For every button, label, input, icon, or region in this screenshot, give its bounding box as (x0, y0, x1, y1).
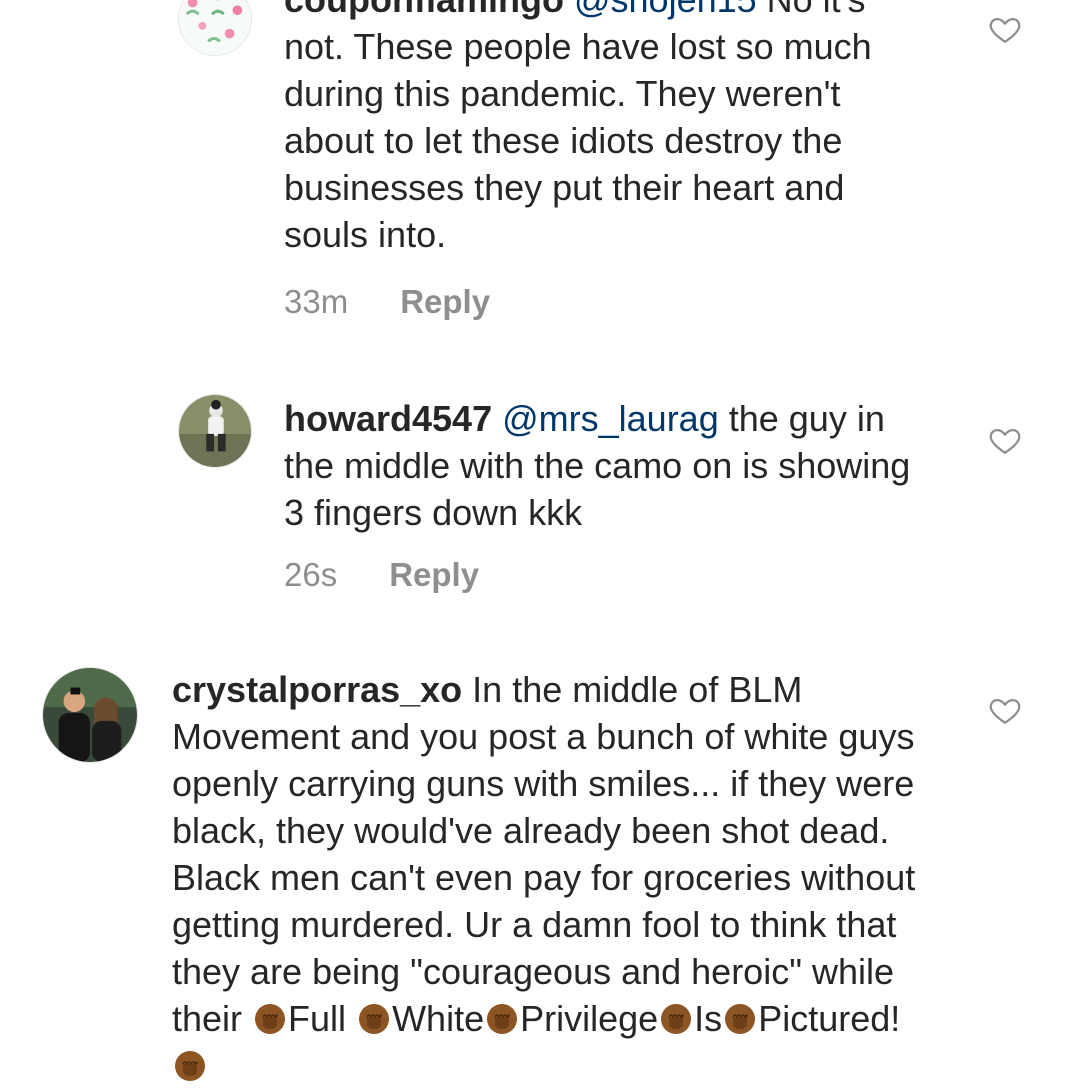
flamingo-pattern-avatar-icon (179, 0, 251, 55)
comment-text: couponflamingo @snojen15 No it's not. Th… (284, 0, 934, 258)
timestamp: 33m (284, 283, 349, 320)
heart-icon[interactable] (988, 693, 1022, 727)
comment-meta: 26s Reply (284, 556, 479, 594)
comment-text: crystalporras_xo In the middle of BLM Mo… (172, 666, 932, 1089)
raised-fist-emoji-icon (724, 1003, 756, 1035)
couple-photo-avatar-icon (43, 668, 137, 762)
comment-text: howard4547 @mrs_laurag the guy in the mi… (284, 395, 934, 536)
comment-word: Privilege (520, 998, 659, 1039)
avatar[interactable] (178, 0, 252, 56)
mention-link[interactable]: @mrs_laurag (502, 398, 719, 439)
heart-icon[interactable] (988, 423, 1022, 457)
username[interactable]: couponflamingo (284, 0, 564, 20)
raised-fist-emoji-icon (358, 1003, 390, 1035)
raised-fist-emoji-icon (254, 1003, 286, 1035)
comment-word: Full (288, 998, 347, 1039)
username[interactable]: howard4547 (284, 398, 492, 439)
heart-icon[interactable] (988, 12, 1022, 46)
timestamp: 26s (284, 556, 338, 593)
avatar[interactable] (42, 667, 138, 763)
person-photo-avatar-icon (179, 395, 251, 467)
comment-body: No it's not. These people have lost so m… (284, 0, 872, 255)
raised-fist-emoji-icon (660, 1003, 692, 1035)
raised-fist-emoji-icon (174, 1050, 206, 1082)
username[interactable]: crystalporras_xo (172, 669, 462, 710)
comment-meta: 33m Reply (284, 283, 490, 321)
comment-word: Pictured! (758, 998, 901, 1039)
comment-word: White (392, 998, 485, 1039)
reply-button[interactable]: Reply (389, 556, 479, 593)
comment-word: Is (694, 998, 723, 1039)
mention-link[interactable]: @snojen15 (574, 0, 757, 20)
raised-fist-emoji-icon (486, 1003, 518, 1035)
avatar[interactable] (178, 394, 252, 468)
reply-button[interactable]: Reply (400, 283, 490, 320)
comment-body: In the middle of BLM Movement and you po… (172, 669, 916, 1039)
